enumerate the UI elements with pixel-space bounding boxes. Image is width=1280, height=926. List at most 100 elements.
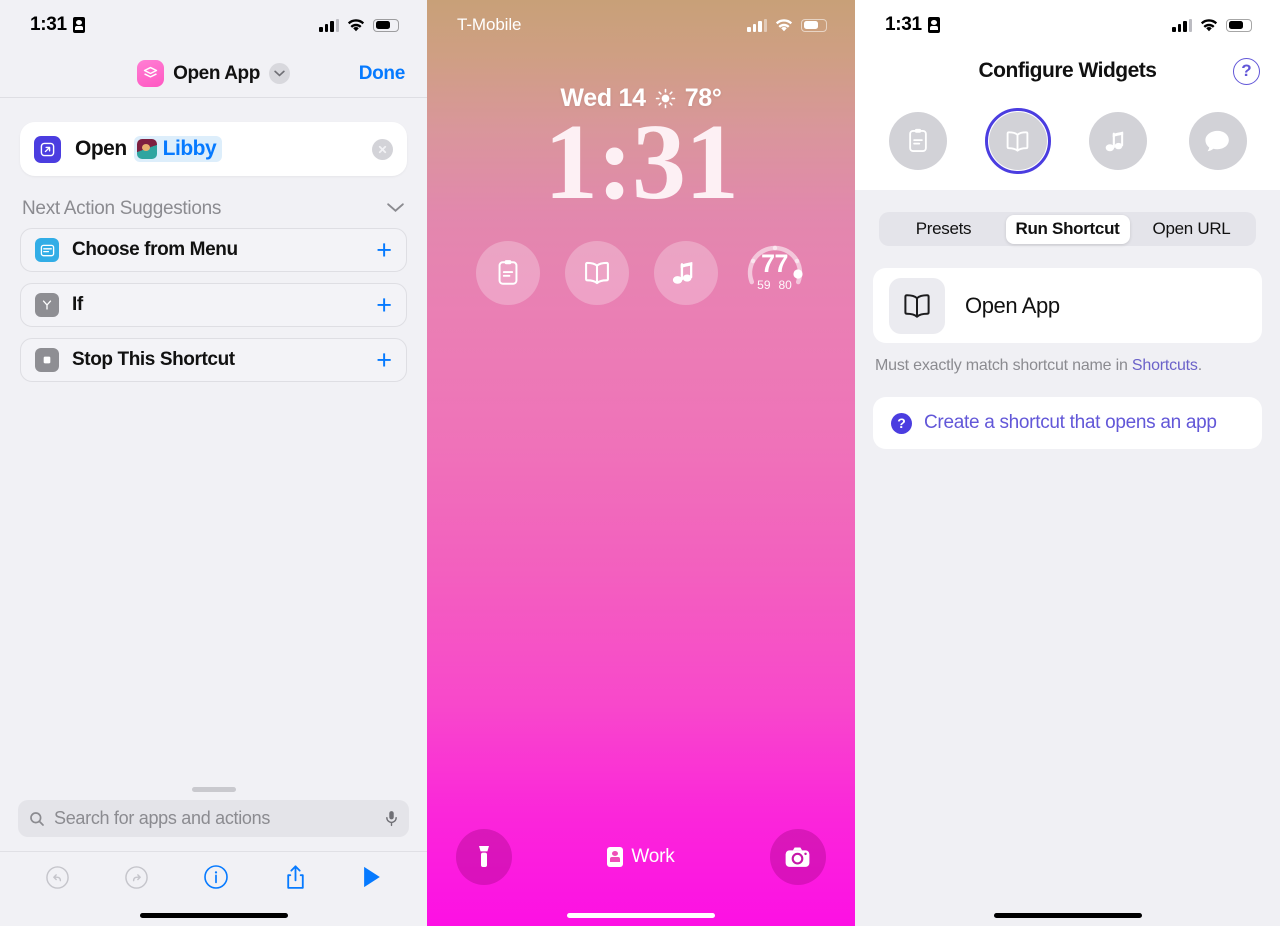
- shortcut-hint: Must exactly match shortcut name in Shor…: [875, 357, 1260, 375]
- app-token-label: Libby: [162, 137, 217, 160]
- focus-label: Work: [631, 846, 675, 867]
- open-app-arrow-icon: [34, 135, 61, 163]
- shortcut-name-row[interactable]: Open App: [873, 268, 1262, 343]
- clear-circle-icon[interactable]: [372, 138, 393, 160]
- lock-widget-row: 77 59 80: [427, 241, 855, 305]
- widget-slot-books[interactable]: [984, 108, 1051, 174]
- tab-open-url[interactable]: Open URL: [1130, 215, 1254, 244]
- status-time: 1:31: [885, 14, 922, 35]
- page-title: Configure Widgets: [978, 59, 1157, 82]
- battery-icon: [1226, 18, 1252, 32]
- search-icon: [30, 811, 44, 826]
- hint-text: Must exactly match shortcut name in: [875, 357, 1132, 374]
- action-row-open-app[interactable]: Open Libby: [20, 122, 407, 176]
- info-button[interactable]: [203, 864, 229, 895]
- camera-button[interactable]: [769, 829, 826, 885]
- wifi-icon: [775, 18, 793, 31]
- lock-quick-actions: Work: [427, 829, 855, 913]
- status-bar: 1:31: [855, 0, 1280, 50]
- cellular-bars-icon: [747, 18, 767, 32]
- status-bar: T-Mobile: [427, 0, 855, 50]
- configure-header: 1:31 Configure Widgets ?: [855, 0, 1280, 190]
- books-widget[interactable]: [564, 241, 629, 305]
- editor-toolbar: [0, 851, 427, 907]
- open-book-icon: [584, 261, 609, 285]
- notes-widget[interactable]: [475, 241, 540, 305]
- portrait-orientation-lock-icon: [72, 17, 85, 33]
- home-indicator: [567, 913, 715, 918]
- shortcuts-link[interactable]: Shortcuts: [1132, 357, 1198, 374]
- plus-icon[interactable]: +: [376, 346, 392, 374]
- panel-lock-screen: T-Mobile Wed 14 78° 1:31 77 59 80 Work: [427, 0, 855, 926]
- shortcuts-stack-icon: [137, 60, 165, 87]
- music-notes-icon: [1105, 131, 1124, 151]
- undo-button[interactable]: [45, 865, 70, 895]
- status-bar-left: 1:31: [885, 14, 940, 36]
- action-text: Open Libby: [75, 136, 223, 162]
- plus-icon[interactable]: +: [376, 236, 392, 264]
- branch-icon: [35, 293, 59, 317]
- music-notes-icon: [672, 262, 692, 284]
- three-panel-screenshot: 1:31 Open App Done Open Libby Next Actio…: [0, 0, 1280, 926]
- gauge-icon: [747, 245, 803, 285]
- shortcut-name-value: Open App: [965, 292, 1060, 318]
- status-bar-right: [319, 18, 399, 32]
- suggestion-stop-this-shortcut[interactable]: Stop This Shortcut +: [20, 338, 407, 382]
- next-action-suggestions-header[interactable]: Next Action Suggestions: [22, 198, 405, 220]
- suggestion-choose-from-menu[interactable]: Choose from Menu +: [20, 228, 407, 272]
- app-token[interactable]: Libby: [133, 136, 223, 162]
- plus-icon[interactable]: +: [376, 291, 392, 319]
- slot-circle: [888, 112, 947, 170]
- widget-slot-music[interactable]: [1085, 108, 1151, 174]
- slot-circle: [1188, 112, 1247, 170]
- gauge-range: 59 80: [757, 278, 792, 292]
- widget-slot-messages[interactable]: [1185, 108, 1251, 174]
- done-button[interactable]: Done: [359, 63, 406, 85]
- music-widget[interactable]: [653, 241, 718, 305]
- mode-segmented-control: Presets Run Shortcut Open URL: [879, 212, 1256, 246]
- temperature-widget[interactable]: 77 59 80: [743, 241, 807, 305]
- clipboard-note-icon: [908, 128, 927, 152]
- suggestions-title: Next Action Suggestions: [22, 198, 222, 219]
- editor-bottom-bar: Search for apps and actions: [0, 776, 427, 926]
- redo-button[interactable]: [124, 865, 149, 895]
- tab-presets[interactable]: Presets: [882, 215, 1006, 244]
- wifi-icon: [1200, 18, 1218, 31]
- stop-square-icon: [35, 348, 59, 372]
- title-row: Configure Widgets ?: [855, 50, 1280, 92]
- chevron-down-icon[interactable]: [268, 63, 290, 84]
- question-circle-icon: ?: [891, 412, 912, 434]
- libby-app-icon: [136, 139, 157, 159]
- open-book-icon: [1006, 130, 1029, 152]
- gauge-high: 80: [778, 278, 792, 292]
- battery-icon: [801, 18, 827, 32]
- tab-run-shortcut[interactable]: Run Shortcut: [1005, 214, 1130, 244]
- sheet-grabber[interactable]: [191, 787, 236, 792]
- create-shortcut-label: Create a shortcut that opens an app: [924, 412, 1217, 433]
- battery-icon: [373, 18, 399, 32]
- focus-mode-indicator[interactable]: Work: [607, 846, 675, 868]
- flashlight-icon: [479, 846, 490, 867]
- open-book-icon: [889, 277, 945, 334]
- run-button[interactable]: [361, 865, 382, 894]
- editor-header: Open App Done: [0, 50, 427, 98]
- chat-bubble-icon: [1205, 130, 1229, 151]
- clipboard-note-icon: [498, 260, 517, 285]
- create-shortcut-link-card[interactable]: ? Create a shortcut that opens an app: [873, 397, 1262, 449]
- suggestion-if[interactable]: If +: [20, 283, 407, 327]
- chevron-down-icon[interactable]: [386, 200, 405, 218]
- widget-slot-notes[interactable]: [885, 108, 951, 174]
- status-bar: 1:31: [0, 0, 427, 50]
- shortcut-title-group[interactable]: Open App: [137, 60, 290, 87]
- microphone-icon[interactable]: [385, 810, 398, 827]
- lock-clock: 1:31: [544, 103, 739, 222]
- question-circle-icon[interactable]: ?: [1233, 57, 1260, 85]
- home-indicator: [993, 913, 1142, 918]
- flashlight-button[interactable]: [456, 829, 513, 885]
- suggestion-label: Choose from Menu: [72, 239, 238, 260]
- search-input[interactable]: Search for apps and actions: [18, 800, 409, 837]
- hint-suffix: .: [1197, 357, 1202, 374]
- share-button[interactable]: [284, 864, 307, 896]
- lock-bottom-bar: Work: [427, 829, 855, 926]
- camera-icon: [785, 847, 810, 867]
